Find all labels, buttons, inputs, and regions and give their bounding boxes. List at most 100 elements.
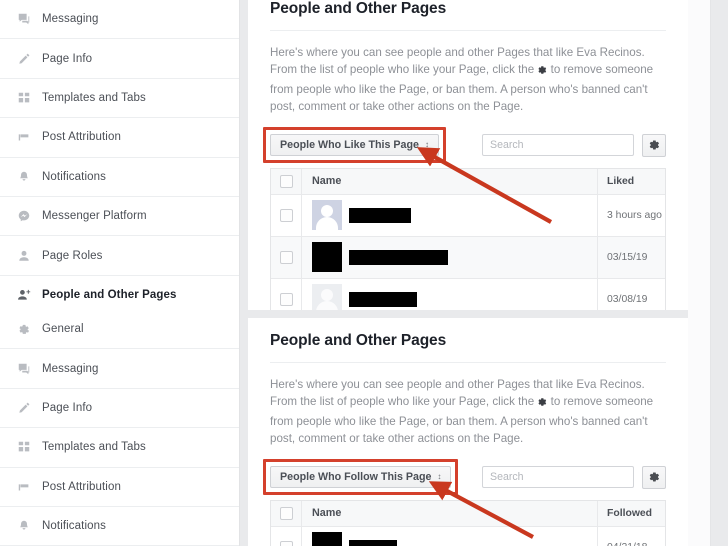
sidebar-item-page-info[interactable]: Page Info — [0, 39, 239, 79]
gear-icon — [16, 322, 31, 337]
date-cell: 03/08/19 — [597, 278, 665, 310]
pencil-icon — [16, 51, 31, 66]
row-select-cell[interactable] — [271, 236, 302, 278]
row-select-cell[interactable] — [271, 526, 302, 546]
sidebar-item-notifications[interactable]: Notifications — [0, 158, 239, 197]
bell-icon — [16, 169, 31, 184]
gear-icon — [649, 140, 659, 150]
dropdown-label: People Who Follow This Page — [280, 471, 432, 484]
toolbar-right-top — [482, 133, 666, 157]
panel-people-who-follow: General Messaging Page Info Templates and T… — [0, 310, 728, 546]
sidebar-item-label: People and Other Pages — [42, 288, 177, 301]
sidebar-item-people-and-other-pages[interactable]: People and Other Pages — [0, 276, 239, 310]
page-title: People and Other Pages — [270, 332, 447, 349]
name-cell — [302, 237, 597, 278]
search-input[interactable] — [482, 466, 634, 489]
sidebar-item-templates-and-tabs[interactable]: Templates and Tabs — [0, 428, 239, 468]
table-header-row: Name Followed — [271, 500, 665, 527]
sidebar-item-messenger-platform[interactable]: Messenger Platform — [0, 197, 239, 237]
row-select-cell[interactable] — [271, 194, 302, 236]
sidebar-item-general[interactable]: General — [0, 310, 239, 350]
column-header-name: Name — [312, 507, 342, 520]
column-header-date: Liked — [597, 168, 665, 194]
settings-gear-button[interactable] — [642, 133, 666, 157]
sidebar-item-label: Messaging — [42, 13, 99, 26]
person-icon — [16, 248, 31, 263]
sidebar-item-label: Templates and Tabs — [42, 91, 146, 104]
table-row[interactable]: 03/15/19 — [271, 236, 665, 279]
settings-sidebar-bottom: General Messaging Page Info Templates and T… — [0, 310, 240, 546]
row-checkbox[interactable] — [279, 292, 293, 306]
table-header-row: Name Liked — [271, 168, 665, 195]
sidebar-item-label: Page Info — [42, 401, 93, 414]
people-table-bottom: Name Followed04/21/18 — [270, 499, 666, 546]
dropdown-label: People Who Like This Page — [280, 139, 419, 152]
sidebar-item-templates-and-tabs[interactable]: Templates and Tabs — [0, 79, 239, 119]
date-cell: 04/21/18 — [597, 526, 665, 546]
right-gutter-top — [688, 0, 728, 310]
messaging-icon — [16, 12, 31, 27]
name-cell — [302, 195, 597, 236]
people-filter-dropdown[interactable]: People Who Like This Page ↕ — [270, 134, 439, 157]
avatar-redacted — [312, 532, 342, 546]
row-checkbox[interactable] — [279, 208, 293, 222]
select-all-cell[interactable] — [271, 500, 302, 526]
select-all-checkbox[interactable] — [279, 506, 293, 520]
redacted-name — [349, 539, 397, 546]
chevron-updown-icon: ↕ — [424, 140, 429, 150]
avatar — [312, 200, 342, 231]
gear-icon — [649, 472, 659, 482]
table-row[interactable]: 3 hours ago — [271, 194, 665, 237]
settings-sidebar-top: Messaging Page Info Templates and Tabs Post… — [0, 0, 240, 310]
chevron-updown-icon: ↕ — [437, 472, 442, 482]
sidebar-item-post-attribution[interactable]: Post Attribution — [0, 468, 239, 507]
grid-icon — [16, 90, 31, 105]
sidebar-item-page-roles[interactable]: Page Roles — [0, 236, 239, 276]
sidebar-item-label: Messaging — [42, 362, 99, 375]
dropdown-wrapper-bottom: People Who Follow This Page ↕ — [263, 459, 459, 496]
table-toolbar-top: People Who Like This Page ↕ — [263, 127, 666, 164]
sidebar-item-messaging[interactable]: Messaging — [0, 349, 239, 389]
sidebar-item-post-attribution[interactable]: Post Attribution — [0, 118, 239, 158]
table-row[interactable]: 03/08/19 — [271, 278, 665, 310]
table-row[interactable]: 04/21/18 — [271, 526, 665, 546]
toolbar-right-bottom — [482, 465, 666, 489]
pencil-icon — [16, 400, 31, 415]
row-select-cell[interactable] — [271, 278, 302, 310]
gear-icon-inline — [537, 395, 547, 412]
date-cell: 03/15/19 — [597, 236, 665, 278]
name-cell — [302, 279, 597, 310]
row-checkbox[interactable] — [279, 540, 293, 546]
sidebar-item-label: Notifications — [42, 170, 106, 183]
sidebar-item-label: Page Roles — [42, 249, 103, 262]
gutter-strip — [688, 0, 711, 310]
people-table-top: NameLiked3 hours ago03/15/1903/08/1902/2… — [270, 167, 666, 310]
page-description: Here's where you can see people and othe… — [270, 31, 666, 116]
select-all-cell[interactable] — [271, 168, 302, 194]
column-header-date: Followed — [597, 500, 665, 526]
messaging-icon — [16, 361, 31, 376]
gutter-strip — [688, 310, 711, 546]
bell-icon — [16, 519, 31, 534]
redacted-name — [349, 291, 417, 307]
people-filter-dropdown[interactable]: People Who Follow This Page ↕ — [270, 466, 452, 489]
right-gutter-bottom — [688, 310, 728, 546]
settings-gear-button[interactable] — [642, 465, 666, 489]
sidebar-item-notifications[interactable]: Notifications — [0, 507, 239, 546]
date-cell: 3 hours ago — [597, 194, 665, 236]
sidebar-item-messaging[interactable]: Messaging — [0, 0, 239, 40]
page-description: Here's where you can see people and othe… — [270, 363, 666, 448]
messenger-icon — [16, 209, 31, 224]
dropdown-wrapper-top: People Who Like This Page ↕ — [263, 127, 446, 164]
row-checkbox[interactable] — [279, 250, 293, 264]
select-all-checkbox[interactable] — [279, 174, 293, 188]
name-cell — [302, 527, 597, 546]
sidebar-item-label: Templates and Tabs — [42, 441, 146, 454]
search-input[interactable] — [482, 134, 634, 157]
redacted-name — [349, 249, 448, 265]
flag-icon — [16, 130, 31, 145]
sidebar-item-label: Notifications — [42, 520, 106, 533]
person-add-icon — [16, 287, 31, 302]
sidebar-item-page-info[interactable]: Page Info — [0, 389, 239, 429]
gear-icon-inline — [537, 63, 547, 80]
